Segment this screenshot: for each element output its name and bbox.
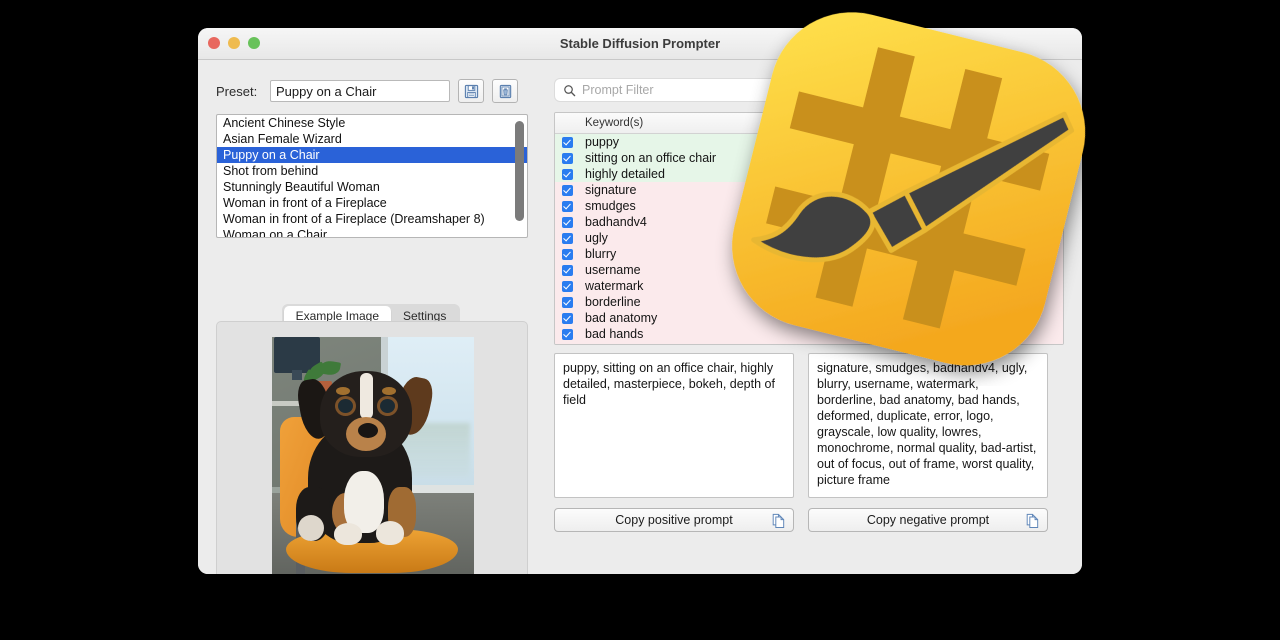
keyword-checkbox[interactable]: [562, 184, 573, 196]
photo-puppy-eye: [380, 399, 395, 413]
keyword-row[interactable]: puppy: [555, 134, 1063, 150]
keyword-row[interactable]: smudges: [555, 198, 1063, 214]
example-image: [272, 337, 474, 574]
keyword-label: badhandv4: [585, 215, 647, 229]
keyword-checkbox[interactable]: [562, 328, 573, 340]
copy-negative-prompt-button[interactable]: Copy negative prompt: [808, 508, 1048, 532]
keyword-label: highly detailed: [585, 167, 665, 181]
keyword-rows: puppy sitting on an office chair highly de…: [555, 134, 1063, 346]
keyword-checkbox[interactable]: [562, 296, 573, 308]
preset-list-item[interactable]: Ancient Chinese Style: [217, 115, 527, 131]
keyword-checkbox[interactable]: [562, 280, 573, 292]
keyword-label: sitting on an office chair: [585, 151, 717, 165]
keyword-row[interactable]: bad anatomy: [555, 310, 1063, 326]
photo-puppy-paw: [334, 523, 362, 545]
delete-preset-button[interactable]: [492, 79, 518, 103]
keyword-checkbox[interactable]: [562, 216, 573, 228]
preset-list-scrollbar[interactable]: [515, 119, 524, 231]
preset-list-item[interactable]: Woman in front of a Fireplace: [217, 195, 527, 211]
title-bar[interactable]: Stable Diffusion Prompter: [198, 28, 1082, 60]
photo-puppy-paw: [298, 515, 324, 541]
photo-puppy-brow: [336, 387, 350, 395]
keyword-label: watermark: [585, 279, 644, 293]
save-preset-button[interactable]: [458, 79, 484, 103]
preset-list-rows: Ancient Chinese Style Asian Female Wizard…: [217, 115, 527, 237]
scrollbar-thumb[interactable]: [515, 121, 524, 221]
keyword-table[interactable]: Keyword(s) puppy sitting on an office cha…: [554, 112, 1064, 345]
keyword-label: deformed: [585, 343, 638, 344]
keyword-checkbox[interactable]: [562, 168, 573, 180]
photo-puppy-nose: [358, 423, 378, 438]
preset-label: Preset:: [216, 83, 258, 99]
keyword-row[interactable]: blurry: [555, 246, 1063, 262]
preset-list-item[interactable]: Woman on a Chair: [217, 227, 527, 237]
copy-positive-prompt-button[interactable]: Copy positive prompt: [554, 508, 794, 532]
keyword-row[interactable]: borderline: [555, 294, 1063, 310]
keyword-label: bad anatomy: [585, 311, 658, 325]
example-image-container: [216, 321, 528, 574]
keyword-checkbox[interactable]: [562, 312, 573, 324]
keyword-label: username: [585, 263, 641, 277]
window-content: Preset: Puppy on a Chair Ancient Chinese…: [198, 60, 1082, 574]
keyword-label: blurry: [585, 247, 617, 261]
keyword-checkbox[interactable]: [562, 232, 573, 244]
copy-positive-label: Copy positive prompt: [615, 513, 733, 527]
keyword-row[interactable]: badhandv4: [555, 214, 1063, 230]
keyword-row[interactable]: highly detailed: [555, 166, 1063, 182]
keyword-row[interactable]: ugly: [555, 230, 1063, 246]
preset-row: Preset: Puppy on a Chair: [216, 78, 536, 104]
copy-negative-label: Copy negative prompt: [866, 513, 990, 527]
positive-prompt-textarea[interactable]: puppy, sitting on an office chair, highl…: [554, 353, 794, 498]
keyword-label: puppy: [585, 135, 620, 149]
keyword-label: borderline: [585, 295, 641, 309]
keyword-row[interactable]: sitting on an office chair: [555, 150, 1063, 166]
right-panel: Prompt Filter Keyword(s) puppy sitting on…: [554, 78, 1064, 532]
keyword-row[interactable]: username: [555, 262, 1063, 278]
preset-list[interactable]: Ancient Chinese Style Asian Female Wizard…: [216, 114, 528, 238]
keyword-row[interactable]: watermark: [555, 278, 1063, 294]
keyword-row[interactable]: bad hands: [555, 326, 1063, 342]
trash-can-icon: [499, 84, 511, 98]
keyword-checkbox[interactable]: [562, 264, 573, 276]
prompt-filter-field[interactable]: Prompt Filter: [554, 78, 1062, 102]
negative-prompt-textarea[interactable]: signature, smudges, badhandv4, ugly, blu…: [808, 353, 1048, 498]
keyword-label: bad hands: [585, 327, 644, 341]
keyword-row[interactable]: deformed: [555, 342, 1063, 346]
window-title: Stable Diffusion Prompter: [559, 36, 721, 51]
preset-list-item[interactable]: Asian Female Wizard: [217, 131, 527, 147]
keyword-checkbox[interactable]: [562, 248, 573, 260]
preset-list-item[interactable]: Puppy on a Chair: [217, 147, 527, 163]
keyword-label: smudges: [585, 199, 636, 213]
preset-list-item[interactable]: Shot from behind: [217, 163, 527, 179]
photo-monitor-base: [292, 370, 302, 380]
copy-pages-icon: [772, 513, 785, 528]
keyword-checkbox[interactable]: [562, 152, 573, 164]
keyword-column-header: Keyword(s): [555, 113, 1063, 134]
keyword-row[interactable]: signature: [555, 182, 1063, 198]
left-panel: Preset: Puppy on a Chair Ancient Chinese…: [216, 78, 536, 574]
copy-pages-icon: [1026, 513, 1039, 528]
keyword-checkbox[interactable]: [562, 345, 573, 346]
photo-puppy-paw: [376, 521, 404, 545]
prompt-filter-placeholder: Prompt Filter: [582, 83, 654, 97]
preset-list-item[interactable]: Woman in front of a Fireplace (Dreamshap…: [217, 211, 527, 227]
keyword-label: ugly: [585, 231, 608, 245]
photo-puppy-eye: [338, 399, 353, 413]
keyword-label: signature: [585, 183, 637, 197]
photo-puppy-brow: [382, 387, 396, 395]
keyword-checkbox[interactable]: [562, 200, 573, 212]
photo-puppy-blaze: [360, 373, 373, 419]
keyword-checkbox[interactable]: [562, 136, 573, 148]
floppy-disk-save-icon: [464, 84, 478, 98]
screen: Stable Diffusion Prompter Preset: Puppy …: [0, 0, 1280, 640]
search-icon: [564, 84, 576, 96]
preset-list-item[interactable]: Stunningly Beautiful Woman: [217, 179, 527, 195]
preset-input[interactable]: Puppy on a Chair: [270, 80, 450, 102]
app-window: Stable Diffusion Prompter Preset: Puppy …: [198, 28, 1082, 574]
